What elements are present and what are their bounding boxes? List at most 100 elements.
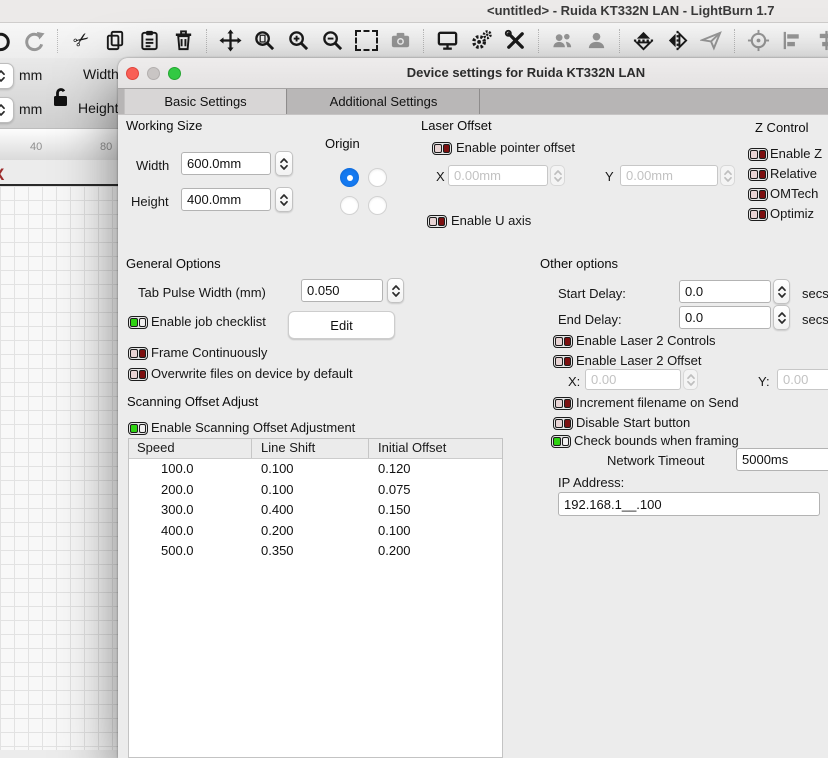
table-cell: 0.100 <box>369 521 502 542</box>
dialog-title: Device settings for Ruida KT332N LAN <box>118 65 828 80</box>
copy-icon[interactable] <box>103 28 128 53</box>
x-axis-marker: X <box>0 165 4 185</box>
origin-radio-top-left[interactable] <box>340 168 359 187</box>
flip-vertical-icon[interactable] <box>631 28 656 53</box>
settings-gears-icon[interactable] <box>469 28 494 53</box>
z-control-label-1: Relative <box>770 166 817 181</box>
camera-icon[interactable] <box>388 28 413 53</box>
z-control-heading: Z Control <box>755 120 808 135</box>
ip-address-input[interactable] <box>558 492 820 516</box>
disable-start-toggle[interactable] <box>553 417 573 430</box>
ip-address-label: IP Address: <box>558 475 624 490</box>
enable-u-axis-toggle[interactable] <box>427 215 447 228</box>
table-row[interactable]: 500.00.3500.200 <box>129 541 502 562</box>
screen: { "system": { "window_title": "<untitled… <box>0 0 828 750</box>
zoom-in-icon[interactable] <box>286 28 311 53</box>
laser2-x-input[interactable] <box>585 369 681 390</box>
z-control-toggle-1[interactable] <box>748 168 768 181</box>
unit-stepper[interactable] <box>0 63 14 89</box>
origin-heading: Origin <box>325 136 360 151</box>
frame-selection-icon[interactable] <box>354 28 379 53</box>
column-header-line-shift[interactable]: Line Shift <box>252 439 369 458</box>
dialog-tabbar: Basic Settings Additional Settings <box>118 88 828 115</box>
width-stepper[interactable] <box>275 151 293 176</box>
frame-continuously-toggle[interactable] <box>128 347 148 360</box>
zoom-to-page-icon[interactable] <box>252 28 277 53</box>
z-control-toggle-3[interactable] <box>748 208 768 221</box>
position-target-icon[interactable] <box>746 28 771 53</box>
height-input[interactable] <box>181 188 271 211</box>
height-stepper[interactable] <box>275 187 293 212</box>
tab-basic-settings[interactable]: Basic Settings <box>124 89 287 114</box>
check-bounds-toggle[interactable] <box>551 435 571 448</box>
origin-radio-bottom-right[interactable] <box>368 196 387 215</box>
user-icon[interactable] <box>584 28 609 53</box>
laser2-x-stepper[interactable] <box>683 369 698 390</box>
offset-y-input[interactable] <box>620 165 718 186</box>
offset-x-stepper[interactable] <box>550 165 565 186</box>
general-options-heading: General Options <box>126 256 221 271</box>
width-field-label: Width <box>83 66 119 82</box>
increment-filename-label: Increment filename on Send <box>576 395 739 410</box>
dialog-titlebar[interactable]: Device settings for Ruida KT332N LAN <box>118 58 828 89</box>
table-row[interactable]: 300.00.4000.150 <box>129 500 502 521</box>
z-control-toggle-0[interactable] <box>748 148 768 161</box>
origin-radio-top-right[interactable] <box>368 168 387 187</box>
flip-horizontal-icon[interactable] <box>665 28 690 53</box>
end-delay-input[interactable] <box>679 306 771 329</box>
z-control-toggle-2[interactable] <box>748 188 768 201</box>
delete-icon[interactable] <box>171 28 196 53</box>
table-cell: 0.120 <box>369 459 502 480</box>
undo-icon[interactable] <box>0 28 13 53</box>
start-delay-input[interactable] <box>679 280 771 303</box>
job-checklist-label: Enable job checklist <box>151 314 266 329</box>
enable-pointer-offset-label: Enable pointer offset <box>456 140 575 155</box>
paste-icon[interactable] <box>137 28 162 53</box>
table-row[interactable]: 100.00.1000.120 <box>129 459 502 480</box>
end-delay-label: End Delay: <box>558 312 622 327</box>
align-left-icon[interactable] <box>780 28 805 53</box>
overwrite-files-toggle[interactable] <box>128 368 148 381</box>
scanning-offset-table[interactable]: Speed Line Shift Initial Offset 100.00.1… <box>128 438 503 758</box>
increment-filename-toggle[interactable] <box>553 397 573 410</box>
end-delay-stepper[interactable] <box>773 305 790 330</box>
width-input[interactable] <box>181 152 271 175</box>
zoom-out-icon[interactable] <box>320 28 345 53</box>
tab-pulse-input[interactable] <box>301 279 383 302</box>
table-cell: 0.200 <box>369 541 502 562</box>
enable-pointer-offset-toggle[interactable] <box>432 142 452 155</box>
tab-pulse-stepper[interactable] <box>387 278 404 303</box>
start-delay-unit: secs <box>802 286 828 301</box>
offset-x-input[interactable] <box>448 165 548 186</box>
tab-additional-settings[interactable]: Additional Settings <box>288 89 480 114</box>
laser2-controls-toggle[interactable] <box>553 335 573 348</box>
table-row[interactable]: 200.00.1000.075 <box>129 480 502 501</box>
cut-icon[interactable]: ✂ <box>69 28 94 53</box>
column-header-speed[interactable]: Speed <box>129 439 252 458</box>
team-icon[interactable] <box>550 28 575 53</box>
offset-y-stepper[interactable] <box>720 165 735 186</box>
lock-icon[interactable] <box>48 84 72 110</box>
send-icon[interactable] <box>699 28 724 53</box>
origin-radio-bottom-left[interactable] <box>340 196 359 215</box>
preview-monitor-icon[interactable] <box>435 28 460 53</box>
table-cell: 300.0 <box>129 500 252 521</box>
start-delay-stepper[interactable] <box>773 279 790 304</box>
align-center-icon[interactable] <box>814 28 828 53</box>
table-cell: 0.200 <box>252 521 369 542</box>
job-checklist-toggle[interactable] <box>128 316 148 329</box>
pan-icon[interactable] <box>218 28 243 53</box>
network-timeout-input[interactable] <box>736 448 828 471</box>
unit-stepper[interactable] <box>0 97 14 123</box>
enable-scanning-offset-toggle[interactable] <box>128 422 148 435</box>
edit-checklist-button[interactable]: Edit <box>288 311 395 339</box>
toolbar-separator <box>734 29 736 53</box>
redo-icon[interactable] <box>22 28 47 53</box>
other-options-heading: Other options <box>540 256 618 271</box>
laser2-y-input[interactable] <box>777 369 828 390</box>
laser2-offset-toggle[interactable] <box>553 355 573 368</box>
check-bounds-label: Check bounds when framing <box>574 433 739 448</box>
table-row[interactable]: 400.00.2000.100 <box>129 521 502 542</box>
column-header-initial-offset[interactable]: Initial Offset <box>369 439 502 458</box>
device-wrench-icon[interactable] <box>503 28 528 53</box>
